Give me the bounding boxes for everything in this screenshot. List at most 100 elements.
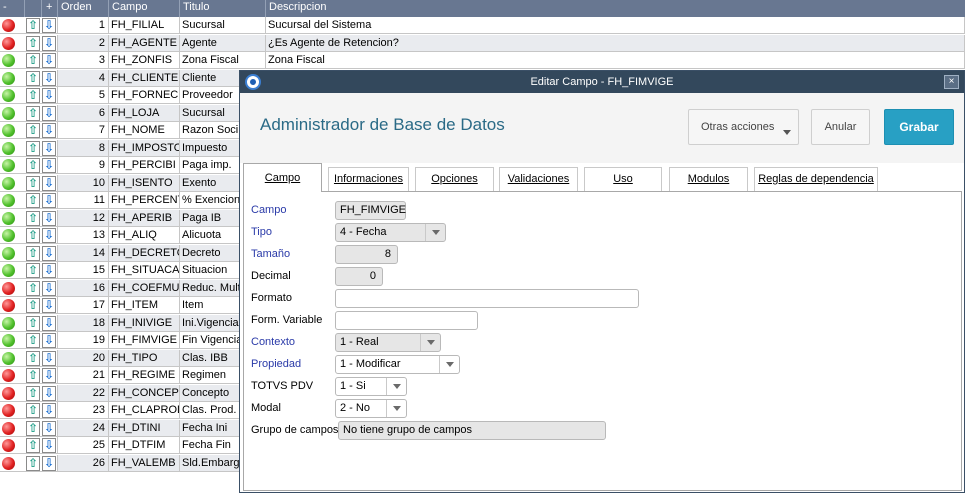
campo-cell[interactable]: FH_CLIENTE (109, 69, 180, 87)
cancel-button[interactable]: Anular (811, 109, 870, 145)
decimal-field[interactable]: 0 (335, 267, 383, 286)
status-red-icon[interactable] (2, 439, 15, 452)
status-red-icon[interactable] (2, 421, 15, 435)
campo-cell[interactable]: FH_FILIAL (109, 17, 180, 34)
header-descripcion[interactable]: Descripcion (266, 0, 965, 17)
arrow-down-icon[interactable]: ⇩ (42, 88, 56, 103)
arrow-down-icon[interactable]: ⇩ (42, 403, 56, 418)
campo-cell[interactable]: FH_DTINI (109, 419, 180, 437)
campo-cell[interactable]: FH_SITUACA (109, 262, 180, 279)
grupo-campos-field[interactable]: No tiene grupo de campos (338, 421, 606, 440)
status-red-icon[interactable] (2, 404, 15, 417)
order-cell[interactable]: 14 (58, 244, 109, 262)
campo-cell[interactable]: FH_NOME (109, 122, 180, 139)
arrow-up-icon[interactable]: ⇧ (26, 298, 40, 313)
arrow-up-icon[interactable]: ⇧ (26, 315, 40, 331)
order-cell[interactable]: 6 (58, 104, 109, 122)
arrow-up-icon[interactable]: ⇧ (26, 88, 40, 103)
tab-campo[interactable]: Campo (243, 163, 322, 192)
status-red-icon[interactable] (2, 369, 15, 382)
order-cell[interactable]: 25 (58, 437, 109, 454)
campo-cell[interactable]: FH_IMPOSTO (109, 139, 180, 157)
status-green-icon[interactable] (2, 141, 15, 155)
arrow-down-icon[interactable]: ⇩ (42, 280, 56, 296)
order-cell[interactable]: 13 (58, 227, 109, 244)
campo-cell[interactable]: FH_APERIB (109, 209, 180, 227)
tab-modulos[interactable]: Modulos (669, 167, 748, 191)
arrow-up-icon[interactable]: ⇧ (26, 420, 40, 436)
tab-validaciones[interactable]: Validaciones (499, 167, 578, 191)
order-cell[interactable]: 3 (58, 52, 109, 69)
campo-cell[interactable]: FH_FORNECE (109, 87, 180, 104)
arrow-up-icon[interactable]: ⇧ (26, 140, 40, 156)
order-cell[interactable]: 11 (58, 192, 109, 209)
arrow-up-icon[interactable]: ⇧ (26, 245, 40, 261)
formato-input[interactable] (335, 289, 639, 308)
titulo-cell[interactable]: Sucursal (180, 17, 266, 34)
arrow-up-icon[interactable]: ⇧ (26, 333, 40, 348)
arrow-up-icon[interactable]: ⇧ (26, 35, 40, 51)
campo-cell[interactable]: FH_ISENTO (109, 174, 180, 192)
table-row[interactable]: ⇧ ⇩ 3 FH_ZONFIS Zona Fiscal Zona Fiscal (0, 52, 965, 69)
arrow-down-icon[interactable]: ⇩ (42, 298, 56, 313)
campo-cell[interactable]: FH_FIMVIGE (109, 332, 180, 349)
order-cell[interactable]: 23 (58, 402, 109, 419)
arrow-up-icon[interactable]: ⇧ (26, 175, 40, 191)
campo-cell[interactable]: FH_REGIME (109, 367, 180, 384)
header-titulo[interactable]: Titulo (180, 0, 266, 17)
close-icon[interactable]: × (944, 75, 959, 89)
arrow-down-icon[interactable]: ⇩ (42, 140, 56, 156)
modal-select[interactable]: 2 - No (335, 399, 407, 418)
arrow-down-icon[interactable]: ⇩ (42, 228, 56, 243)
status-green-icon[interactable] (2, 211, 15, 225)
order-cell[interactable]: 21 (58, 367, 109, 384)
form-variable-input[interactable] (335, 311, 478, 330)
arrow-up-icon[interactable]: ⇧ (26, 158, 40, 173)
order-cell[interactable]: 2 (58, 34, 109, 52)
tipo-select[interactable]: 4 - Fecha (335, 223, 446, 242)
order-cell[interactable]: 22 (58, 384, 109, 402)
order-cell[interactable]: 1 (58, 17, 109, 34)
order-cell[interactable]: 4 (58, 69, 109, 87)
arrow-down-icon[interactable]: ⇩ (42, 18, 56, 33)
arrow-up-icon[interactable]: ⇧ (26, 368, 40, 383)
descripcion-cell[interactable]: Zona Fiscal (266, 52, 965, 69)
arrow-down-icon[interactable]: ⇩ (42, 70, 56, 86)
header-campo[interactable]: Campo (109, 0, 180, 17)
arrow-up-icon[interactable]: ⇧ (26, 210, 40, 226)
status-red-icon[interactable] (2, 36, 15, 50)
status-green-icon[interactable] (2, 54, 15, 67)
arrow-down-icon[interactable]: ⇩ (42, 350, 56, 366)
campo-cell[interactable]: FH_CLAPROD (109, 402, 180, 419)
descripcion-cell[interactable]: Sucursal del Sistema (266, 17, 965, 34)
order-cell[interactable]: 5 (58, 87, 109, 104)
order-cell[interactable]: 24 (58, 419, 109, 437)
titulo-cell[interactable]: Zona Fiscal (180, 52, 266, 69)
header-add-label[interactable]: + (42, 0, 58, 17)
order-cell[interactable]: 20 (58, 349, 109, 367)
totvs-pdv-select[interactable]: 1 - Si (335, 377, 407, 396)
arrow-down-icon[interactable]: ⇩ (42, 245, 56, 261)
campo-cell[interactable]: FH_ALIQ (109, 227, 180, 244)
order-cell[interactable]: 16 (58, 279, 109, 297)
campo-cell[interactable]: FH_VALEMB (109, 454, 180, 472)
contexto-select[interactable]: 1 - Real (335, 333, 441, 352)
status-green-icon[interactable] (2, 124, 15, 137)
arrow-up-icon[interactable]: ⇧ (26, 18, 40, 33)
arrow-down-icon[interactable]: ⇩ (42, 53, 56, 68)
header-remove[interactable]: - (0, 0, 25, 17)
arrow-down-icon[interactable]: ⇩ (42, 438, 56, 453)
status-green-icon[interactable] (2, 264, 15, 277)
order-cell[interactable]: 7 (58, 122, 109, 139)
arrow-up-icon[interactable]: ⇧ (26, 193, 40, 208)
status-green-icon[interactable] (2, 71, 15, 85)
campo-cell[interactable]: FH_ITEM (109, 297, 180, 314)
status-green-icon[interactable] (2, 159, 15, 172)
propiedad-select[interactable]: 1 - Modificar (335, 355, 460, 374)
status-green-icon[interactable] (2, 229, 15, 242)
order-cell[interactable]: 19 (58, 332, 109, 349)
campo-cell[interactable]: FH_INIVIGE (109, 314, 180, 332)
arrow-down-icon[interactable]: ⇩ (42, 193, 56, 208)
order-cell[interactable]: 17 (58, 297, 109, 314)
campo-cell[interactable]: FH_DECRETO (109, 244, 180, 262)
